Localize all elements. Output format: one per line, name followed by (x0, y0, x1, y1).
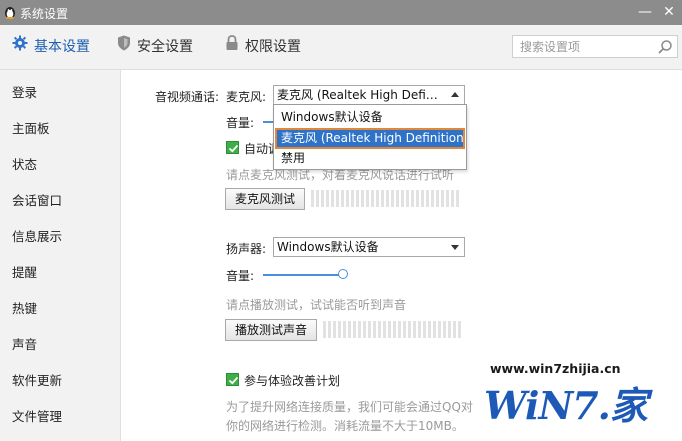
search-box[interactable] (512, 35, 678, 58)
search-icon[interactable] (657, 39, 673, 58)
speaker-volume-label: 音量: (226, 269, 255, 283)
experience-desc-line1: 为了提升网络连接质量，我们可能会通过QQ对 (226, 400, 473, 414)
sidebar-item-software-update[interactable]: 软件更新 (12, 370, 62, 389)
site-watermark: www.win7zhijia.cn WiN7.家 (478, 361, 678, 441)
experience-checkbox[interactable] (226, 373, 239, 386)
sidebar-item-main-panel[interactable]: 主面板 (12, 118, 50, 137)
mic-volume-label: 音量: (226, 116, 255, 130)
sidebar-item-sound[interactable]: 声音 (12, 334, 37, 353)
speaker-test-button[interactable]: 播放测试声音 (225, 319, 317, 341)
tab-security-label: 安全设置 (137, 39, 193, 55)
sidebar-item-login[interactable]: 登录 (12, 82, 37, 101)
sidebar-item-file-management[interactable]: 文件管理 (12, 406, 62, 425)
title-bar: 系统设置 — ✕ (0, 0, 682, 25)
gear-icon (12, 25, 28, 69)
mic-label: 麦克风: (226, 90, 267, 104)
speaker-selected-value: Windows默认设备 (277, 240, 379, 254)
av-call-label: 音视频通话: (155, 90, 220, 104)
watermark-url: www.win7zhijia.cn (490, 361, 621, 376)
sidebar-item-chat-window[interactable]: 会话窗口 (12, 190, 62, 209)
mic-level-meter (311, 190, 461, 207)
speaker-level-meter (323, 321, 463, 338)
close-button[interactable]: ✕ (660, 3, 678, 21)
mic-dropdown-list: Windows默认设备 麦克风 (Realtek High Definition… (273, 104, 467, 170)
speaker-label: 扬声器: (226, 242, 267, 256)
window-title: 系统设置 (20, 7, 69, 21)
mic-select[interactable]: 麦克风 (Realtek High Definition Audio) (273, 85, 465, 105)
tab-basic-label: 基本设置 (34, 39, 90, 55)
minimize-button[interactable]: — (636, 3, 654, 21)
tab-basic-settings[interactable]: 基本设置 (12, 25, 90, 69)
search-input[interactable] (513, 36, 660, 57)
mic-option-windows-default[interactable]: Windows默认设备 (276, 108, 464, 127)
watermark-logo: WiN7.家 (484, 383, 648, 428)
tab-permission-settings[interactable]: 权限设置 (225, 25, 301, 69)
mic-test-button[interactable]: 麦克风测试 (225, 188, 305, 210)
sidebar-item-info-display[interactable]: 信息展示 (12, 226, 62, 245)
auto-adjust-checkbox[interactable] (226, 141, 239, 154)
chevron-up-icon (451, 92, 459, 97)
sidebar: 登录 主面板 状态 会话窗口 信息展示 提醒 热键 声音 软件更新 文件管理 (0, 70, 121, 441)
shield-icon (117, 25, 131, 69)
tab-bar: 基本设置 安全设置 权限设置 (0, 25, 682, 70)
lock-icon (225, 25, 239, 69)
mic-option-disabled[interactable]: 禁用 (276, 149, 464, 168)
sidebar-item-reminder[interactable]: 提醒 (12, 262, 37, 281)
speaker-select[interactable]: Windows默认设备 (273, 237, 465, 257)
speaker-volume-slider[interactable] (263, 274, 343, 276)
sidebar-item-hotkeys[interactable]: 热键 (12, 298, 37, 317)
mic-option-realtek[interactable]: 麦克风 (Realtek High Definition Audio) (275, 128, 465, 149)
speaker-test-hint: 请点播放测试，试试能否听到声音 (226, 298, 407, 312)
speaker-volume-thumb[interactable] (338, 269, 348, 279)
qq-penguin-icon (2, 4, 18, 20)
experience-desc-line2: 你的网络进行检测。消耗流量不大于10MB。 (226, 419, 464, 433)
experience-label: 参与体验改善计划 (244, 374, 341, 388)
chevron-down-icon (451, 245, 459, 250)
tab-permission-label: 权限设置 (245, 39, 301, 55)
sidebar-item-status[interactable]: 状态 (12, 154, 37, 173)
mic-selected-value: 麦克风 (Realtek High Definition Audio) (277, 88, 441, 102)
tab-security-settings[interactable]: 安全设置 (117, 25, 193, 69)
